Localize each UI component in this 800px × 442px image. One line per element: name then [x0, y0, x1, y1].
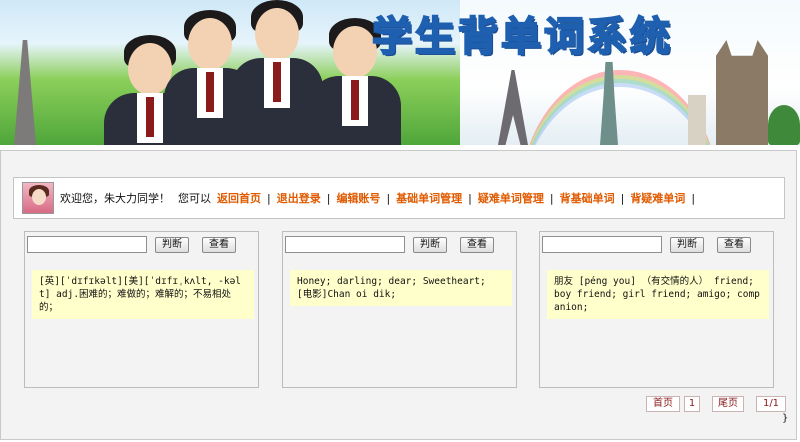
word-card: 判断 查看 朋友 [péng you] （有交情的人） friend; boy … [539, 231, 774, 388]
definition-note: 朋友 [péng you] （有交情的人） friend; boy friend… [547, 270, 769, 319]
leaning-tower-icon [688, 95, 706, 145]
nav-separator: | [468, 191, 472, 205]
main-panel: 欢迎您， 朱大力 同学！ 您可以 返回首页 | 退出登录 | 编辑账号 | 基础… [0, 150, 797, 440]
nav-separator: | [691, 191, 696, 205]
answer-input[interactable] [27, 236, 147, 253]
nav-link-recite-hard[interactable]: 背疑难单词 [630, 190, 685, 206]
nav-link-basic-words-manage[interactable]: 基础单词管理 [396, 190, 462, 206]
view-button[interactable]: 查看 [202, 237, 236, 253]
cathedral-icon [716, 40, 768, 145]
greeting-text: 欢迎您， [60, 192, 104, 205]
judge-button[interactable]: 判断 [155, 237, 189, 253]
nav-separator: | [267, 191, 271, 205]
word-card: 判断 查看 Honey; darling; dear; Sweetheart; … [282, 231, 517, 388]
pager-first-button[interactable]: 首页 [646, 396, 680, 412]
stray-text: } [782, 413, 789, 424]
can-prompt-text: 您可以 [178, 192, 211, 205]
pager-last-button[interactable]: 尾页 [712, 396, 744, 412]
nav-link-recite-basic[interactable]: 背基础单词 [560, 190, 615, 206]
nav-separator: | [386, 191, 391, 205]
nav-separator: | [549, 191, 554, 205]
view-button[interactable]: 查看 [717, 237, 751, 253]
nav-link-logout[interactable]: 退出登录 [277, 190, 321, 206]
judge-button[interactable]: 判断 [413, 237, 447, 253]
header-banner: 学生背单词系统 [0, 0, 800, 145]
user-name: 朱大力 [104, 192, 137, 205]
nav-link-hard-words-manage[interactable]: 疑难单词管理 [478, 190, 544, 206]
user-nav-bar: 欢迎您， 朱大力 同学！ 您可以 返回首页 | 退出登录 | 编辑账号 | 基础… [13, 177, 785, 219]
answer-input[interactable] [542, 236, 662, 253]
nav-separator: | [620, 191, 625, 205]
nav-link-home[interactable]: 返回首页 [217, 190, 261, 206]
pager-count: 1/1 [756, 396, 786, 412]
nav-separator: | [326, 191, 331, 205]
user-suffix: 同学！ [137, 192, 170, 205]
app-title: 学生背单词系统 [371, 13, 673, 61]
tree-icon [768, 105, 800, 145]
definition-note: Honey; darling; dear; Sweetheart; [电影]Ch… [290, 270, 512, 306]
view-button[interactable]: 查看 [460, 237, 494, 253]
definition-note: [英][ˈdɪfɪkəlt][美][ˈdɪfɪˌkʌlt, -kəlt] adj… [32, 270, 254, 319]
answer-input[interactable] [285, 236, 405, 253]
pager-page-number[interactable]: 1 [684, 396, 700, 412]
avatar [22, 182, 54, 214]
nav-link-edit-account[interactable]: 编辑账号 [336, 190, 380, 206]
word-card: 判断 查看 [英][ˈdɪfɪkəlt][美][ˈdɪfɪˌkʌlt, -kəl… [24, 231, 259, 388]
judge-button[interactable]: 判断 [670, 237, 704, 253]
